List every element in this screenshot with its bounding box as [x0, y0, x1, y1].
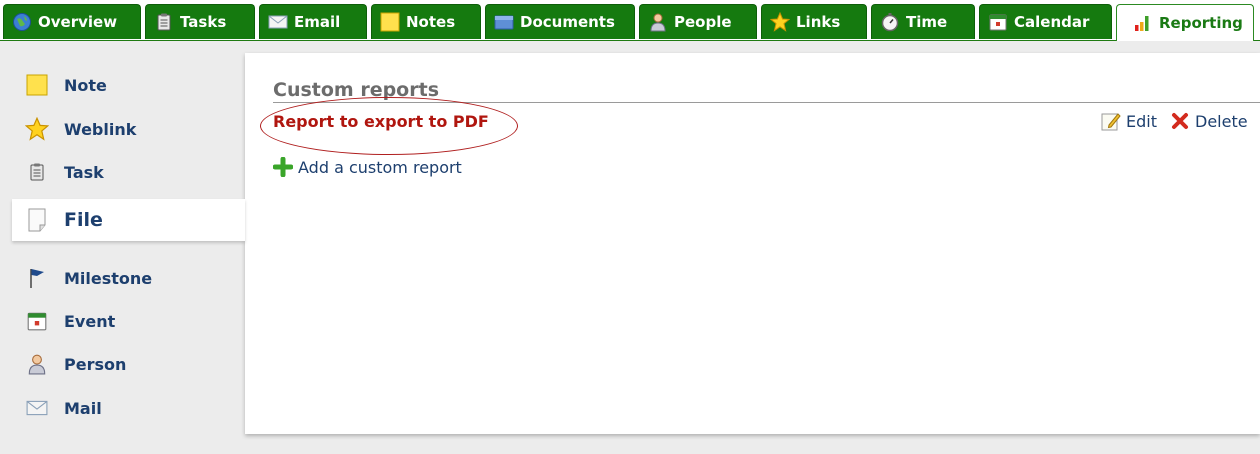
report-link[interactable]: Report to export to PDF [273, 112, 489, 131]
sidebar-item-note[interactable]: Note [12, 65, 245, 105]
clipboard-icon [154, 12, 174, 32]
calendar-icon [988, 12, 1008, 32]
plus-icon [273, 157, 293, 177]
sidebar-item-task[interactable]: Task [12, 152, 245, 192]
person-icon [648, 12, 668, 32]
sidebar-item-weblink[interactable]: Weblink [12, 109, 245, 149]
add-label: Add a custom report [298, 157, 462, 177]
sticky-note-icon [24, 72, 50, 98]
tab-time[interactable]: Time [871, 4, 975, 39]
tab-links[interactable]: Links [761, 4, 867, 39]
envelope-icon [24, 395, 50, 421]
folder-icon [494, 12, 514, 32]
sidebar-item-label: Mail [64, 398, 102, 418]
globe-icon [12, 12, 32, 32]
file-icon [24, 207, 50, 233]
tab-tasks[interactable]: Tasks [145, 4, 255, 39]
tab-label: People [674, 13, 732, 31]
sticky-note-icon [380, 12, 400, 32]
tab-documents[interactable]: Documents [485, 4, 635, 39]
page-title: Custom reports [273, 79, 439, 101]
tab-email[interactable]: Email [259, 4, 367, 39]
sidebar-item-label: Weblink [64, 119, 137, 139]
add-custom-report-button[interactable]: Add a custom report [273, 157, 462, 177]
envelope-icon [268, 12, 288, 32]
flag-icon [24, 265, 50, 291]
heading-divider [273, 102, 1260, 103]
sidebar-item-mail[interactable]: Mail [12, 388, 245, 428]
sidebar-item-label: Note [64, 75, 107, 95]
tab-label: Time [906, 13, 948, 31]
tab-label: Documents [520, 13, 615, 31]
sidebar-item-label: Milestone [64, 268, 153, 288]
tab-label: Overview [38, 13, 118, 31]
tab-label: Links [796, 13, 841, 31]
sidebar-item-milestone[interactable]: Milestone [12, 258, 245, 298]
tab-label: Email [294, 13, 341, 31]
tab-label: Tasks [180, 13, 227, 31]
sidebar-item-label: File [64, 209, 103, 231]
stopwatch-icon [880, 12, 900, 32]
star-icon [24, 116, 50, 142]
edit-report-button[interactable]: Edit [1101, 111, 1157, 131]
star-icon [770, 12, 790, 32]
main-tab-bar: Overview Tasks Email Notes Documents Peo… [0, 0, 1260, 41]
sidebar-item-person[interactable]: Person [12, 344, 245, 384]
sidebar-item-label: Task [64, 162, 104, 182]
pencil-note-icon [1101, 111, 1121, 131]
tab-label: Notes [406, 13, 456, 31]
person-icon [24, 351, 50, 377]
delete-label: Delete [1195, 111, 1248, 131]
tab-calendar[interactable]: Calendar [979, 4, 1112, 39]
delete-report-button[interactable]: Delete [1170, 111, 1248, 131]
main-content-panel: Custom reports Report to export to PDF E… [245, 53, 1260, 434]
tab-overview[interactable]: Overview [3, 4, 141, 39]
bar-chart-icon [1133, 13, 1153, 33]
sidebar-item-file[interactable]: File [12, 199, 245, 241]
delete-x-icon [1170, 111, 1190, 131]
sidebar-item-label: Person [64, 354, 127, 374]
add-item-sidebar: Note Weblink Task File Milestone Event P… [0, 41, 245, 454]
tab-reporting[interactable]: Reporting [1116, 4, 1254, 41]
tab-label: Calendar [1014, 13, 1090, 31]
sidebar-item-event[interactable]: Event [12, 301, 245, 341]
tab-notes[interactable]: Notes [371, 4, 481, 39]
sidebar-item-label: Event [64, 311, 116, 331]
edit-label: Edit [1126, 111, 1157, 131]
tab-people[interactable]: People [639, 4, 757, 39]
tab-label: Reporting [1159, 14, 1243, 32]
clipboard-icon [24, 159, 50, 185]
calendar-icon [24, 308, 50, 334]
